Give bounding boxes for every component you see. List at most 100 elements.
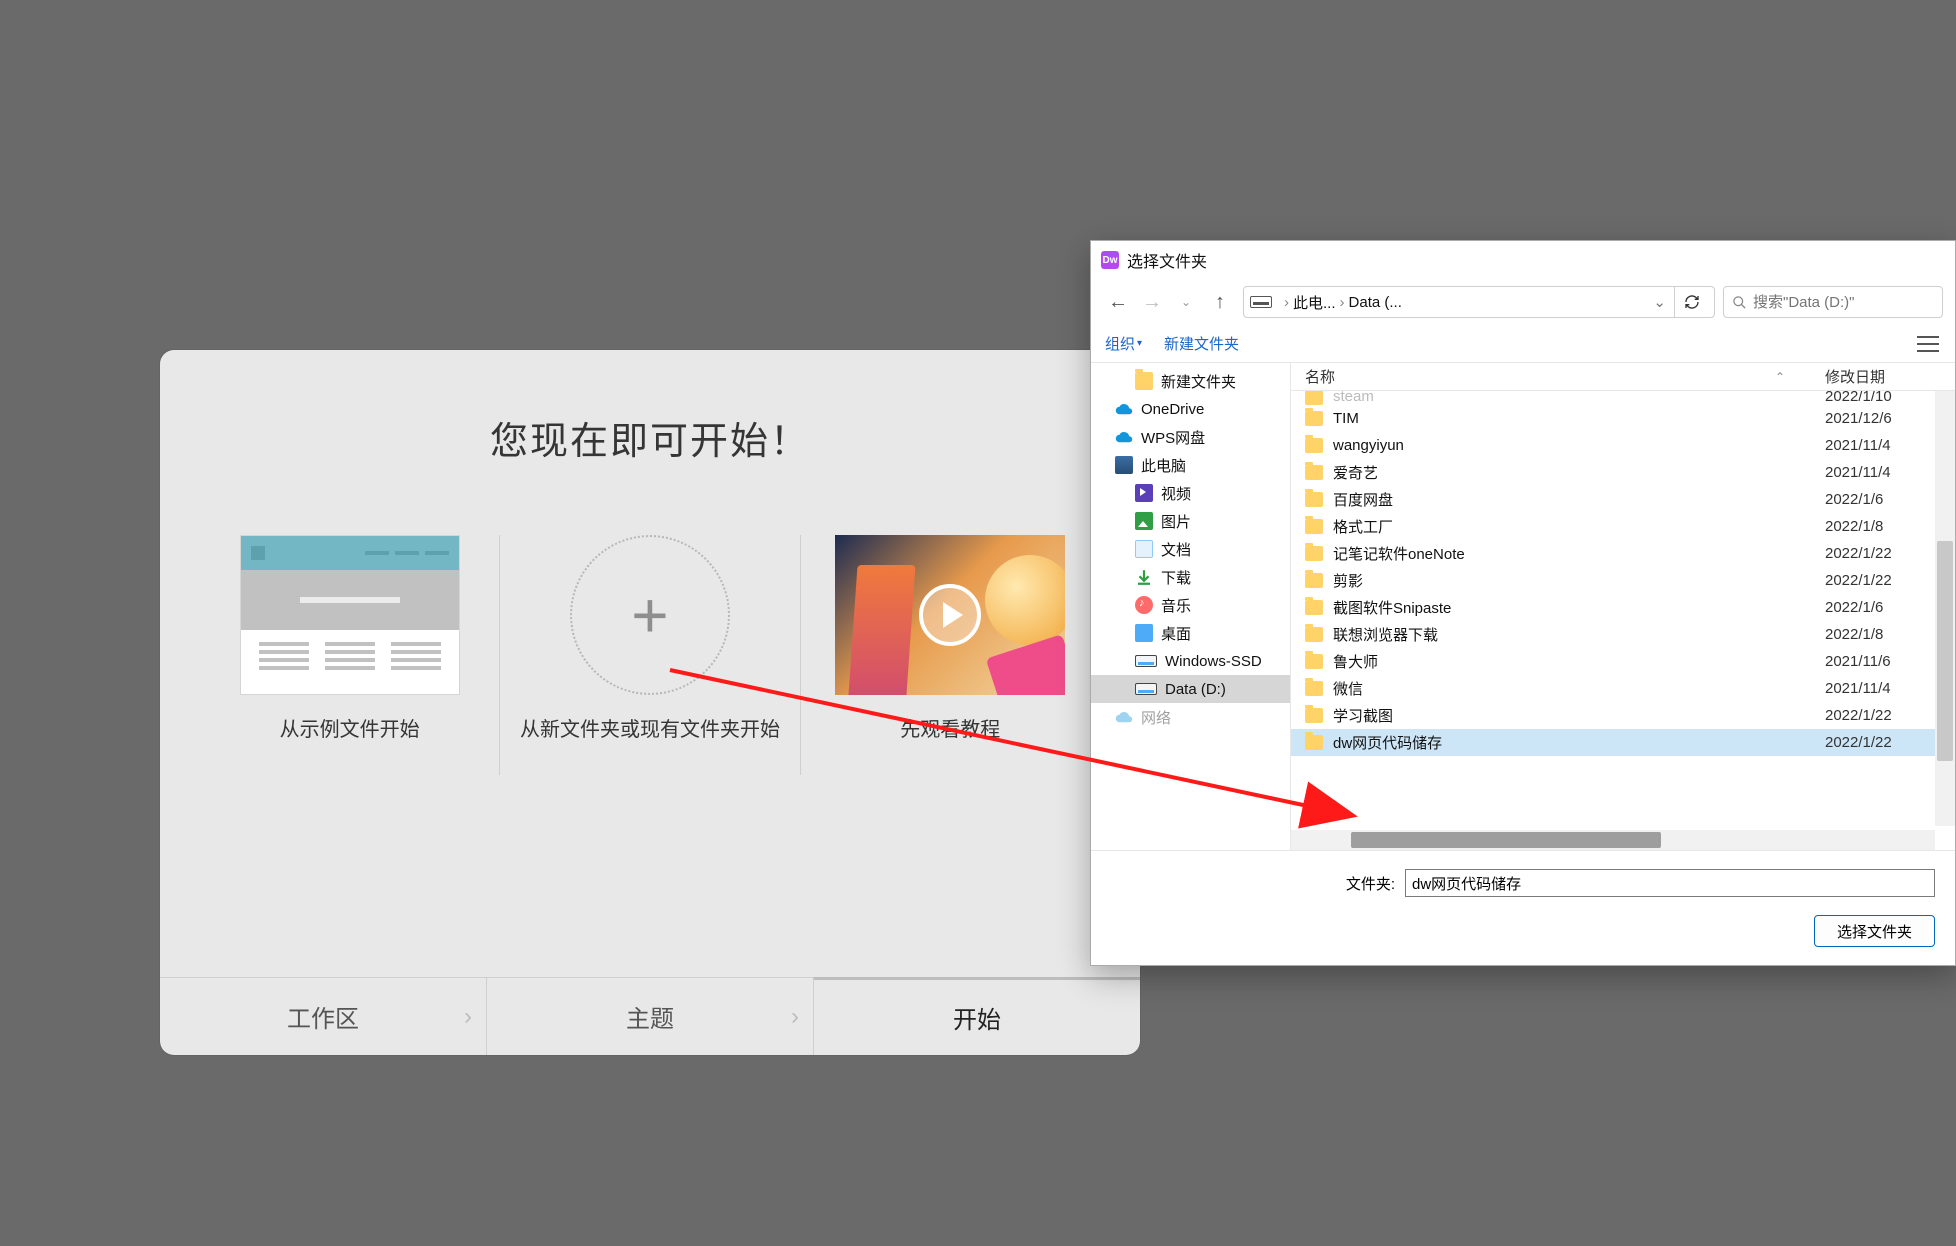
folder-icon [1305, 627, 1323, 642]
file-pane: 名称 ⌃ 修改日期 steam2022/1/10TIM2021/12/6wang… [1291, 363, 1955, 850]
start-panel: 您现在即可开始！ 从示例文件开始 + 从新文件夹或现有文件夹开始 [160, 350, 1140, 1055]
address-dropdown-icon[interactable]: ⌄ [1649, 293, 1670, 311]
dialog-footer: 文件夹: 选择文件夹 取消 [1091, 850, 1955, 965]
file-row[interactable]: steam2022/1/10 [1291, 391, 1935, 405]
sidebar-item[interactable]: 桌面 [1091, 619, 1290, 647]
dl-icon [1135, 568, 1153, 586]
sidebar-item-label: WPS网盘 [1141, 427, 1205, 448]
breadcrumb-drive[interactable]: Data (... [1349, 294, 1402, 311]
file-list[interactable]: steam2022/1/10TIM2021/12/6wangyiyun2021/… [1291, 391, 1955, 850]
sidebar-item[interactable]: 视频 [1091, 479, 1290, 507]
card-newfolder-caption: 从新文件夹或现有文件夹开始 [520, 715, 780, 745]
breadcrumb-sep-icon: › [1340, 294, 1345, 311]
vertical-scrollbar[interactable] [1935, 391, 1955, 826]
search-box[interactable] [1723, 286, 1943, 318]
file-row[interactable]: 剪影2022/1/22 [1291, 567, 1935, 594]
dropdown-icon: ▾ [1137, 338, 1142, 349]
folder-name-input[interactable] [1405, 869, 1935, 897]
tab-theme[interactable]: 主题 › [486, 978, 813, 1055]
sidebar-item[interactable]: 音乐 [1091, 591, 1290, 619]
sidebar-item-label: 下载 [1161, 567, 1191, 588]
file-row[interactable]: 联想浏览器下载2022/1/8 [1291, 621, 1935, 648]
file-row[interactable]: 截图软件Snipaste2022/1/6 [1291, 594, 1935, 621]
sidebar-item[interactable]: WPS网盘 [1091, 423, 1290, 451]
file-row[interactable]: wangyiyun2021/11/4 [1291, 432, 1935, 459]
folder-icon [1305, 465, 1323, 480]
card-new-folder[interactable]: + 从新文件夹或现有文件夹开始 [520, 535, 780, 745]
scrollbar-thumb[interactable] [1937, 541, 1953, 761]
column-date[interactable]: 修改日期 [1825, 366, 1935, 387]
file-row[interactable]: 格式工厂2022/1/8 [1291, 513, 1935, 540]
file-name: 记笔记软件oneNote [1333, 543, 1825, 564]
refresh-button[interactable] [1674, 287, 1708, 317]
file-date: 2021/11/4 [1825, 680, 1935, 697]
sidebar-item-label: 图片 [1161, 511, 1191, 532]
file-date: 2022/1/22 [1825, 572, 1935, 589]
search-input[interactable] [1753, 294, 1952, 311]
nav-up-button[interactable]: ↑ [1205, 287, 1235, 317]
tab-theme-label: 主题 [626, 999, 674, 1034]
file-name: 格式工厂 [1333, 516, 1825, 537]
card-separator [800, 535, 801, 775]
sidebar-item-label: 此电脑 [1141, 455, 1186, 476]
nav-back-button[interactable]: ← [1103, 287, 1133, 317]
sidebar-item[interactable]: 下载 [1091, 563, 1290, 591]
file-row[interactable]: dw网页代码储存2022/1/22 [1291, 729, 1935, 756]
sidebar-item[interactable]: 网络 [1091, 703, 1290, 731]
file-header: 名称 ⌃ 修改日期 [1291, 363, 1955, 391]
desk-icon [1135, 624, 1153, 642]
tab-start[interactable]: 开始 [813, 977, 1140, 1055]
sidebar-item[interactable]: OneDrive [1091, 395, 1290, 423]
file-row[interactable]: 微信2021/11/4 [1291, 675, 1935, 702]
file-row[interactable]: 鲁大师2021/11/6 [1291, 648, 1935, 675]
file-name: 剪影 [1333, 570, 1825, 591]
breadcrumb-root[interactable]: 此电... [1293, 292, 1336, 313]
dialog-titlebar: Dw 选择文件夹 [1091, 241, 1955, 279]
view-mode-button[interactable] [1915, 333, 1941, 355]
file-row[interactable]: 爱奇艺2021/11/4 [1291, 459, 1935, 486]
tutorial-thumbnail [835, 535, 1065, 695]
file-row[interactable]: 记笔记软件oneNote2022/1/22 [1291, 540, 1935, 567]
select-folder-button[interactable]: 选择文件夹 [1814, 915, 1935, 947]
file-name: wangyiyun [1333, 437, 1825, 454]
nav-forward-button[interactable]: → [1137, 287, 1167, 317]
sidebar: 新建文件夹OneDrive WPS网盘此电脑视频图片文档下载音乐桌面 Windows… [1091, 363, 1291, 850]
breadcrumb-sep-icon: › [1284, 294, 1289, 311]
sidebar-item[interactable]: Windows-SSD [1091, 647, 1290, 675]
file-date: 2022/1/22 [1825, 734, 1935, 751]
sidebar-item-label: 文档 [1161, 539, 1191, 560]
sidebar-item[interactable]: 此电脑 [1091, 451, 1290, 479]
new-folder-button[interactable]: 新建文件夹 [1164, 333, 1239, 354]
horizontal-scrollbar[interactable] [1291, 830, 1935, 850]
file-name: 鲁大师 [1333, 651, 1825, 672]
file-row[interactable]: 学习截图2022/1/22 [1291, 702, 1935, 729]
file-row[interactable]: 百度网盘2022/1/6 [1291, 486, 1935, 513]
organize-button[interactable]: 组织 ▾ [1105, 333, 1142, 354]
search-icon [1732, 295, 1747, 310]
card-samples[interactable]: 从示例文件开始 [220, 535, 480, 745]
play-icon [919, 584, 981, 646]
sidebar-item[interactable]: 新建文件夹 [1091, 367, 1290, 395]
dialog-nav: ← → ⌄ ↑ › 此电... › Data (... ⌄ [1091, 279, 1955, 325]
drive-icon [1250, 296, 1272, 308]
card-tutorial[interactable]: 先观看教程 [820, 535, 1080, 745]
sidebar-item-label: Windows-SSD [1165, 653, 1262, 670]
file-row[interactable]: TIM2021/12/6 [1291, 405, 1935, 432]
folder-icon [1305, 681, 1323, 696]
cloud-blue-icon [1115, 400, 1133, 418]
file-date: 2021/11/4 [1825, 464, 1935, 481]
tab-workspace[interactable]: 工作区 › [160, 978, 486, 1055]
dialog-title: 选择文件夹 [1127, 248, 1207, 272]
sidebar-item-label: Data (D:) [1165, 681, 1226, 698]
sidebar-item[interactable]: Data (D:) [1091, 675, 1290, 703]
chevron-right-icon: › [464, 1003, 472, 1031]
nav-recent-button[interactable]: ⌄ [1171, 287, 1201, 317]
sidebar-item[interactable]: 图片 [1091, 507, 1290, 535]
address-bar[interactable]: › 此电... › Data (... ⌄ [1243, 286, 1715, 318]
sidebar-item[interactable]: 文档 [1091, 535, 1290, 563]
column-name[interactable]: 名称 ⌃ [1305, 366, 1825, 387]
scrollbar-thumb[interactable] [1351, 832, 1661, 848]
tab-workspace-label: 工作区 [287, 999, 359, 1034]
file-date: 2021/12/6 [1825, 410, 1935, 427]
sidebar-item-label: 桌面 [1161, 623, 1191, 644]
